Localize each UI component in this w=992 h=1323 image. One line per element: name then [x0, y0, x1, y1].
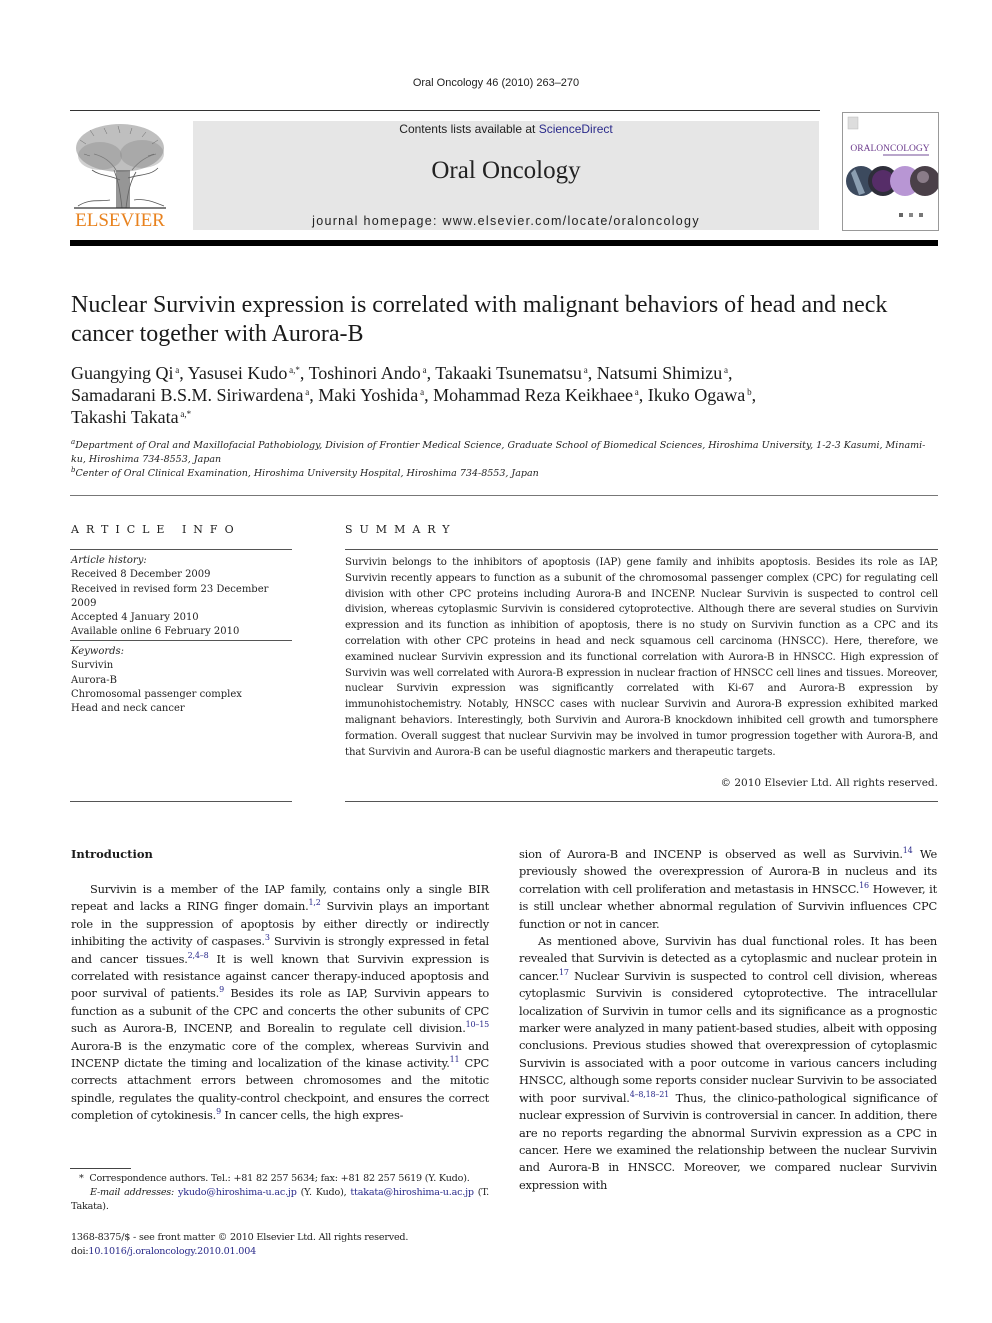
doi-prefix: doi: — [71, 1246, 89, 1257]
affiliations: aDepartment of Oral and Maxillofacial Pa… — [71, 439, 931, 481]
keywords-label: Keywords: — [71, 646, 125, 657]
header-thick-rule — [70, 240, 938, 246]
article-history: Article history: Received 8 December 200… — [71, 554, 296, 640]
keyword: Survivin — [71, 660, 114, 672]
homepage-line: journal homepage: www.elsevier.com/locat… — [193, 214, 819, 228]
author-name: Maki Yoshida — [318, 385, 419, 405]
author-name: Takashi Takata — [71, 407, 179, 427]
tree-icon — [74, 124, 166, 209]
footnote-star: * — [79, 1173, 84, 1184]
affiliation-item: bCenter of Oral Clinical Examination, Hi… — [71, 466, 539, 480]
author-affiliation-marker[interactable]: a — [418, 387, 424, 397]
article-info-heading: ARTICLE INFO — [71, 523, 241, 536]
contents-line: Contents lists available at ScienceDirec… — [193, 122, 819, 136]
author-affiliation-marker[interactable]: a — [303, 387, 309, 397]
author-name: Mohammad Reza Keikhaee — [433, 385, 633, 405]
elsevier-wordmark: ELSEVIER — [75, 210, 165, 231]
author-affiliation-marker[interactable]: a — [633, 387, 639, 397]
front-matter: 1368-8375/$ - see front matter © 2010 El… — [71, 1231, 489, 1259]
citation-link[interactable]: 4–8,18–21 — [630, 1090, 669, 1099]
homepage-prefix: journal homepage: — [312, 214, 443, 228]
affiliation-key: a — [71, 438, 76, 446]
top-rule — [70, 110, 820, 111]
email-label: E-mail addresses: — [90, 1187, 175, 1198]
citation-link[interactable]: 11 — [450, 1055, 460, 1064]
author-name: Samadarani B.S.M. Siriwardena — [71, 385, 304, 405]
article-info-rule-top — [70, 549, 292, 550]
intro-paragraph: As mentioned above, Survivin has dual fu… — [519, 934, 937, 1192]
history-item: Received in revised form 23 December 200… — [71, 583, 269, 609]
citation-link[interactable]: 3 — [265, 933, 270, 942]
cover-title: ORALONCOLOGY — [850, 144, 929, 154]
body-column-right: sion of Aurora-B and INCENP is observed … — [519, 846, 937, 1194]
author-name: Natsumi Shimizu — [596, 363, 723, 383]
footnote-rule — [70, 1168, 131, 1169]
journal-cover[interactable]: ORALONCOLOGY — [842, 112, 939, 231]
citation-link[interactable]: 16 — [859, 881, 869, 890]
author-affiliation-marker[interactable]: a — [421, 365, 427, 375]
keyword: Head and neck cancer — [71, 703, 185, 715]
summary-rule-bottom — [345, 801, 938, 802]
history-item: Received 8 December 2009 — [71, 569, 211, 581]
correspondence-footnote: * Correspondence authors. Tel.: +81 82 2… — [71, 1172, 489, 1214]
history-item: Accepted 4 January 2010 — [71, 612, 199, 624]
author-affiliation-marker[interactable]: a — [722, 365, 728, 375]
citation-link[interactable]: 10–15 — [466, 1020, 490, 1029]
issn-line: 1368-8375/$ - see front matter © 2010 El… — [71, 1232, 409, 1243]
affiliation-item: aDepartment of Oral and Maxillofacial Pa… — [71, 438, 926, 466]
summary-heading: SUMMARY — [345, 523, 457, 536]
keywords: Keywords: Survivin Aurora-B Chromosomal … — [71, 645, 296, 716]
doi-link[interactable]: 10.1016/j.oraloncology.2010.01.004 — [88, 1246, 256, 1257]
email-owner-kudo: (Y. Kudo), — [296, 1187, 351, 1198]
author-affiliation-marker[interactable]: a — [174, 365, 179, 375]
citation-link[interactable]: 1,2 — [309, 898, 321, 907]
homepage-link[interactable]: www.elsevier.com/locate/oraloncology — [443, 214, 700, 228]
citation-link[interactable]: 14 — [903, 846, 913, 855]
elsevier-logo[interactable]: ELSEVIER — [70, 120, 170, 232]
author-name: Takaaki Tsunematsu — [435, 363, 582, 383]
affiliation-key: b — [71, 466, 76, 474]
article-history-label: Article history: — [71, 555, 147, 566]
article-title: Nuclear Survivin expression is correlate… — [71, 292, 888, 347]
sciencedirect-link[interactable]: ScienceDirect — [539, 122, 613, 136]
author-name: Toshinori Ando — [308, 363, 421, 383]
author-list: Guangying Qi a, Yasusei Kudo a,*, Toshin… — [71, 363, 757, 427]
intro-paragraph: Survivin is a member of the IAP family, … — [71, 882, 490, 1123]
citation-link[interactable]: 9 — [216, 1107, 221, 1116]
citation-link[interactable]: 2,4–8 — [188, 951, 209, 960]
journal-banner: Contents lists available at ScienceDirec… — [193, 121, 819, 230]
affiliation-rule — [70, 495, 938, 496]
introduction-heading: Introduction — [71, 847, 153, 861]
author-affiliation-marker[interactable]: b — [745, 387, 752, 397]
article-info-rule-middle — [70, 640, 292, 641]
email-link-takata[interactable]: ttakata@hiroshima-u.ac.jp — [350, 1187, 474, 1198]
citation-link[interactable]: 17 — [559, 968, 569, 977]
summary-rule-top — [345, 549, 938, 550]
journal-name: Oral Oncology — [431, 157, 581, 184]
author-name: Ikuko Ogawa — [647, 385, 746, 405]
body-column-left: Survivin is a member of the IAP family, … — [71, 881, 489, 1125]
intro-paragraph: sion of Aurora-B and INCENP is observed … — [519, 846, 937, 931]
author-name: Guangying Qi — [71, 363, 174, 383]
author-affiliation-marker[interactable]: a,* — [179, 409, 191, 419]
keyword: Aurora-B — [71, 674, 117, 686]
summary-copyright: © 2010 Elsevier Ltd. All rights reserved… — [720, 777, 938, 789]
author-affiliation-marker[interactable]: a — [582, 365, 588, 375]
running-head: Oral Oncology 46 (2010) 263–270 — [412, 77, 580, 89]
summary-text: Survivin belongs to the inhibitors of ap… — [345, 557, 938, 758]
history-item: Available online 6 February 2010 — [71, 626, 240, 638]
email-link-kudo[interactable]: ykudo@hiroshima-u.ac.jp — [178, 1187, 297, 1198]
correspondence-text: Correspondence authors. Tel.: +81 82 257… — [89, 1173, 470, 1184]
author-affiliation-marker[interactable]: a,* — [287, 365, 300, 375]
contents-prefix: Contents lists available at — [399, 122, 539, 136]
citation-link[interactable]: 9 — [219, 985, 224, 994]
keyword: Chromosomal passenger complex — [71, 688, 242, 700]
author-name: Yasusei Kudo — [187, 363, 288, 383]
journal-cover-image: ORALONCOLOGY — [846, 116, 938, 217]
article-info-rule-bottom — [70, 801, 292, 802]
